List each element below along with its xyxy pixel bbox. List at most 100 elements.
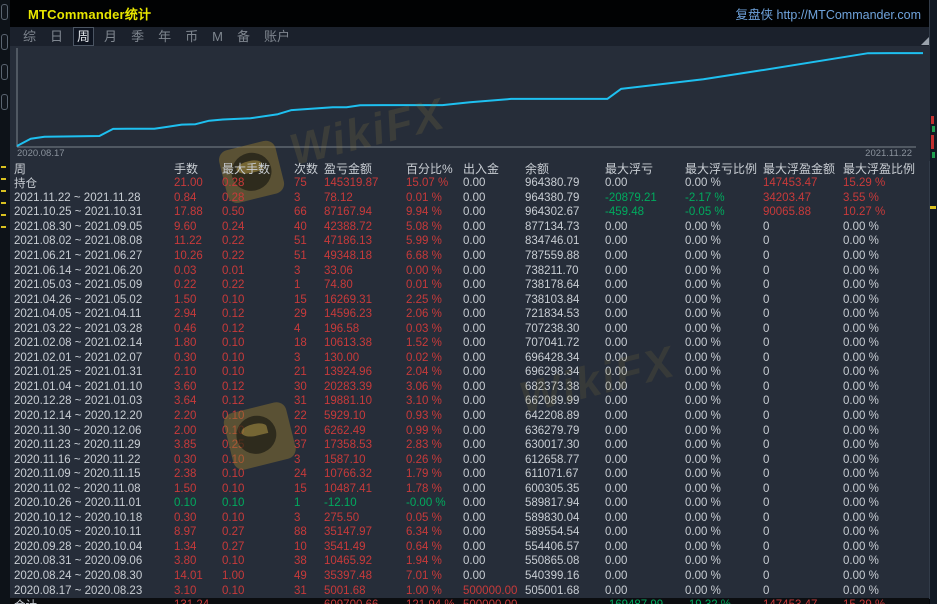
table-cell: 2021.11.22 ~ 2021.11.28: [14, 192, 174, 204]
table-cell: 0.00 %: [843, 585, 929, 597]
table-row[interactable]: 2020.11.09 ~ 2020.11.152.380.102410766.3…: [10, 467, 929, 482]
table-cell: 612658.77: [525, 454, 605, 466]
table-cell: 10613.38: [324, 337, 406, 349]
column-header[interactable]: 最大浮亏: [605, 160, 685, 177]
tab-3[interactable]: 周: [73, 27, 94, 46]
table-cell: 0.00: [605, 250, 685, 262]
table-cell: 3: [294, 454, 324, 466]
column-header[interactable]: 盈亏金额: [324, 160, 406, 177]
table-cell: 14.01: [174, 570, 222, 582]
table-row[interactable]: 2021.03.22 ~ 2021.03.280.460.124196.580.…: [10, 321, 929, 336]
table-row[interactable]: 2021.01.25 ~ 2021.01.312.100.102113924.9…: [10, 365, 929, 380]
table-row[interactable]: 2021.02.01 ~ 2021.02.070.300.103130.000.…: [10, 351, 929, 366]
table-cell: 29: [294, 308, 324, 320]
table-cell: 145319.87: [324, 177, 406, 189]
table-row[interactable]: 2020.09.28 ~ 2020.10.041.340.27103541.49…: [10, 540, 929, 555]
tab-7[interactable]: 币: [185, 28, 198, 45]
table-row[interactable]: 2020.11.16 ~ 2020.11.220.300.1031587.100…: [10, 452, 929, 467]
table-row[interactable]: 2021.11.22 ~ 2021.11.280.840.28378.120.0…: [10, 191, 929, 206]
resize-grip-icon[interactable]: [921, 37, 929, 45]
table-cell: 0.00: [463, 497, 525, 509]
table-row[interactable]: 2021.01.04 ~ 2021.01.103.600.123020283.3…: [10, 380, 929, 395]
table-row[interactable]: 2021.06.21 ~ 2021.06.2710.260.225149348.…: [10, 249, 929, 264]
tab-10[interactable]: 账户: [264, 28, 290, 45]
table-cell: 6.34 %: [406, 526, 463, 538]
background-chart-right-sliver: [930, 0, 937, 604]
table-cell: 2021.10.25 ~ 2021.10.31: [14, 206, 174, 218]
tab-4[interactable]: 月: [104, 28, 117, 45]
table-cell: 2021.02.08 ~ 2021.02.14: [14, 337, 174, 349]
table-cell: 0.00: [463, 177, 525, 189]
table-cell: 2020.11.09 ~ 2020.11.15: [14, 468, 174, 480]
table-cell: 0.22: [174, 279, 222, 291]
equity-chart[interactable]: WikiFX 2020.08.17 2021.11.22: [10, 46, 930, 161]
table-cell: 0.00: [463, 206, 525, 218]
table-cell: 0.00: [605, 352, 685, 364]
tab-2[interactable]: 日: [50, 28, 63, 45]
table-cell: 0.22: [222, 279, 294, 291]
table-cell: 0.00 %: [685, 221, 763, 233]
table-row[interactable]: 2020.10.12 ~ 2020.10.180.300.103275.500.…: [10, 511, 929, 526]
table-cell: 6.68 %: [406, 250, 463, 262]
table-row[interactable]: 2020.12.28 ~ 2021.01.033.640.123119881.1…: [10, 394, 929, 409]
table-cell: 22: [294, 410, 324, 422]
tab-8[interactable]: M: [212, 28, 223, 45]
table-row[interactable]: 2021.08.30 ~ 2021.09.059.600.244042388.7…: [10, 220, 929, 235]
table-cell: 2021.04.05 ~ 2021.04.11: [14, 308, 174, 320]
table-cell: 2.94: [174, 308, 222, 320]
table-row[interactable]: 2020.11.02 ~ 2020.11.081.500.101510487.4…: [10, 481, 929, 496]
table-row[interactable]: 2020.10.05 ~ 2020.10.118.970.278835147.9…: [10, 525, 929, 540]
brand-link[interactable]: 复盘侠 http://MTCommander.com: [736, 4, 921, 23]
row-open-positions[interactable]: 持仓21.000.2875145319.8715.07 %0.00964380.…: [10, 176, 929, 191]
table-cell: -0.05 %: [685, 206, 763, 218]
table-row[interactable]: 2020.08.31 ~ 2020.09.063.800.103810465.9…: [10, 554, 929, 569]
table-cell: 19881.10: [324, 395, 406, 407]
table-row[interactable]: 2021.06.14 ~ 2021.06.200.030.01333.060.0…: [10, 263, 929, 278]
table-cell: 11.22: [174, 235, 222, 247]
table-row[interactable]: 2021.10.25 ~ 2021.10.3117.880.506687167.…: [10, 205, 929, 220]
table-cell: 13924.96: [324, 366, 406, 378]
column-header[interactable]: 最大手数: [222, 160, 294, 177]
table-row[interactable]: 2021.05.03 ~ 2021.05.090.220.22174.800.0…: [10, 278, 929, 293]
table-cell: 15: [294, 483, 324, 495]
table-row[interactable]: 2020.08.24 ~ 2020.08.3014.011.004935397.…: [10, 569, 929, 584]
column-header[interactable]: 次数: [294, 160, 324, 177]
table-cell: 0: [763, 279, 843, 291]
table-row[interactable]: 2021.04.26 ~ 2021.05.021.500.101516269.3…: [10, 292, 929, 307]
table-cell: 38: [294, 555, 324, 567]
table-cell: 0.28: [222, 177, 294, 189]
table-cell: 738178.64: [525, 279, 605, 291]
table-cell: 0.10: [222, 468, 294, 480]
tab-5[interactable]: 季: [131, 28, 144, 45]
table-cell: 18: [294, 337, 324, 349]
column-header[interactable]: 余额: [525, 160, 605, 177]
column-header[interactable]: 最大浮盈比例: [843, 160, 929, 177]
table-row[interactable]: 2021.08.02 ~ 2021.08.0811.220.225147186.…: [10, 234, 929, 249]
table-row[interactable]: 2020.12.14 ~ 2020.12.202.200.10225929.10…: [10, 409, 929, 424]
table-cell: -12.10: [324, 497, 406, 509]
table-row[interactable]: 2020.10.26 ~ 2020.11.010.100.101-12.10-0…: [10, 496, 929, 511]
column-header[interactable]: 最大浮亏比例: [685, 160, 763, 177]
table-cell: 3.06 %: [406, 381, 463, 393]
table-cell: 275.50: [324, 512, 406, 524]
row-total[interactable]: 合计131.24609700.66121.94 %500000.00-16948…: [10, 598, 929, 604]
table-cell: 0.00 %: [685, 541, 763, 553]
table-cell: 2020.12.28 ~ 2021.01.03: [14, 395, 174, 407]
tab-1[interactable]: 综: [23, 28, 36, 45]
table-cell: 3: [294, 352, 324, 364]
column-header[interactable]: 出入金: [463, 160, 525, 177]
column-header[interactable]: 最大浮盈金额: [763, 160, 843, 177]
table-cell: 0.27: [222, 541, 294, 553]
table-row[interactable]: 2020.11.23 ~ 2020.11.293.850.253717358.5…: [10, 438, 929, 453]
table-cell: 589817.94: [525, 497, 605, 509]
tab-9[interactable]: 备: [237, 28, 250, 45]
table-row[interactable]: 2020.08.17 ~ 2020.08.233.100.10315001.68…: [10, 583, 929, 598]
table-row[interactable]: 2020.11.30 ~ 2020.12.062.000.10206262.49…: [10, 423, 929, 438]
column-header[interactable]: 手数: [174, 160, 222, 177]
table-row[interactable]: 2021.02.08 ~ 2021.02.141.800.101810613.3…: [10, 336, 929, 351]
table-cell: 0.00: [463, 279, 525, 291]
tab-6[interactable]: 年: [158, 28, 171, 45]
column-header[interactable]: 百分比%: [406, 160, 463, 177]
table-cell: 2021.02.01 ~ 2021.02.07: [14, 352, 174, 364]
table-row[interactable]: 2021.04.05 ~ 2021.04.112.940.122914596.2…: [10, 307, 929, 322]
